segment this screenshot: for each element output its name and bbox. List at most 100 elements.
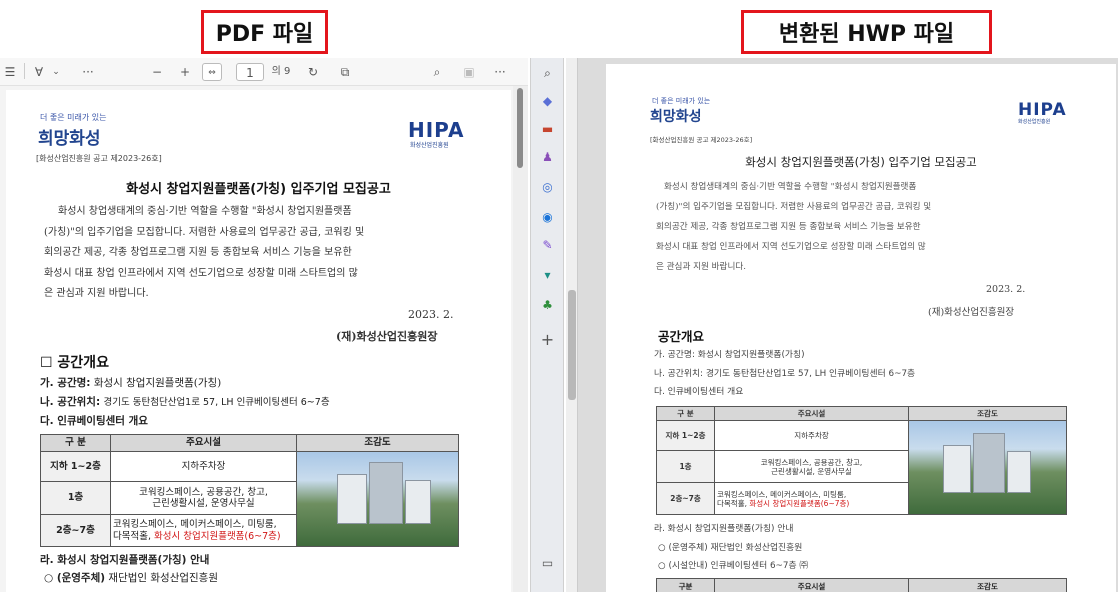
hipa-subtitle: 화성산업진흥원 [1018, 119, 1051, 125]
briefcase-icon[interactable]: ▬ [540, 122, 555, 137]
facility-text: 다목적홀, [717, 498, 750, 508]
aerial-photo [908, 420, 1067, 515]
facility-line: 코워킹스페이스, 공용공간, 창고, [760, 457, 863, 467]
item-da: 다. 인큐베이팅센터 개요 [40, 415, 148, 427]
intro-line: (가칭)"의 입주기업을 모집합니다. 저렴한 사용료의 업무공간 공급, 코워… [656, 202, 932, 212]
operator-label: ○ (운영주체) [44, 572, 106, 584]
hwp-page: 더 좋은 미래가 있는 희망화성 HIPA 화성산업진흥원 [화성산업진흥원 공… [606, 64, 1116, 592]
item-na: 나. 공간위치: 경기도 동탄첨단산업1로 57, LH 인큐베이팅센터 6~7… [654, 366, 915, 379]
table-header-cell: 주요시설 [714, 578, 909, 592]
intro-line: 화성시 창업생태계의 중심·기반 역할을 수행할 "화성시 창업지원플랫폼 [664, 182, 917, 192]
hwp-scroll-thumb[interactable] [568, 290, 576, 400]
page-number-input[interactable]: 1 [236, 63, 264, 81]
operator-value: 재단법인 화성산업진흥원 [710, 543, 803, 553]
floor-cell: 1층 [40, 481, 111, 515]
item-na-label: 나. 공간위치: [654, 369, 704, 379]
item-ra: 라. 화성시 창업지원플랫폼(가칭) 안내 [40, 554, 210, 566]
facility-cell: 지하주차장 [110, 451, 297, 482]
plus-icon[interactable]: + [540, 332, 555, 348]
floor-cell: 지하 1~2층 [40, 451, 111, 482]
zoom-out-button[interactable]: − [150, 63, 164, 81]
rotate-icon[interactable]: ↻ [306, 63, 320, 81]
intro-line: 회의공간 제공, 각종 창업프로그램 지원 등 종합보육 서비스 기능을 보유한 [44, 247, 352, 258]
operator-label: ○ (운영주체) [658, 543, 708, 553]
facility-text: 다목적홀, [113, 530, 154, 542]
item-ga: 가. 공간명: 화성시 창업지원플랫폼(가칭) [654, 347, 805, 360]
facility-line: 근린생활시설, 운영사무실 [152, 498, 255, 509]
hwp-caption: 변환된 HWP 파일 [741, 10, 992, 54]
slogan-text: 더 좋은 미래가 있는 [40, 113, 107, 122]
pdf-toolbar: ☰ ∀ ⌄ ··· − + ⇔ 1 의 9 ↻ ⧉ ⌕ ▣ ··· [0, 58, 528, 86]
table-header-row: 구분 주요시설 조감도 [656, 578, 1067, 592]
facility-cell: 코워킹스페이스, 공용공간, 창고, 근린생활시설, 운영사무실 [714, 450, 909, 483]
operator-value: 재단법인 화성산업진흥원 [108, 572, 219, 584]
bookmark-icon[interactable]: ◆ [540, 94, 555, 109]
notice-number: [화성산업진흥원 공고 제2023-26호] [36, 154, 162, 163]
shop-icon[interactable]: ▾ [540, 268, 555, 283]
slogan-text: 더 좋은 미래가 있는 [652, 97, 711, 105]
facility-line: 다목적홀, 화성시 창업지원플랫폼(6~7층) [717, 499, 906, 508]
facility-cell: 코워킹스페이스, 메이커스페이스, 미팅룸, 다목적홀, 화성시 창업지원플랫폼… [714, 482, 909, 515]
save-icon[interactable]: ▣ [462, 63, 476, 81]
people-icon[interactable]: ♟ [540, 150, 555, 165]
facility-cell: 코워킹스페이스, 메이커스페이스, 미팅룸, 다목적홀, 화성시 창업지원플랫폼… [110, 514, 297, 547]
table-header-row: 구 분 주요시설 조감도 [656, 406, 1067, 421]
item-ga: 가. 공간명: 화성시 창업지원플랫폼(가칭) [40, 375, 221, 390]
item-na-value: 경기도 동탄첨단산업1로 57, LH 인큐베이팅센터 6~7층 [103, 397, 330, 408]
table-header-row: 구 분 주요시설 조감도 [40, 434, 459, 452]
hipa-logo: HIPA [408, 118, 465, 142]
edit-icon[interactable]: ✎ [540, 238, 555, 253]
page-view-icon[interactable]: ⧉ [338, 63, 352, 81]
intro-line: 화성시 창업생태계의 중심·기반 역할을 수행할 "화성시 창업지원플랫폼 [58, 206, 352, 217]
facility-line: 코워킹스페이스, 공용공간, 창고, [139, 486, 268, 498]
floor-cell: 지하 1~2층 [656, 420, 715, 451]
search-icon[interactable]: ⌕ [430, 63, 444, 81]
hipa-logo: HIPA [1018, 100, 1067, 120]
table-header-cell: 조감도 [908, 406, 1067, 421]
item-ga-label: 가. 공간명: [40, 377, 91, 389]
location-line: ○ (시설안내) 인큐베이팅센터 6~7층 ㈜ [658, 558, 808, 571]
table-row: 지하 1~2층 지하주차장 [40, 451, 459, 547]
chevron-down-icon[interactable]: ⌄ [50, 63, 62, 81]
intro-line: 회의공간 제공, 각종 창업프로그램 지원 등 종합보육 서비스 기능을 보유한 [656, 222, 921, 232]
building-shape [405, 480, 431, 524]
pdf-scroll-thumb[interactable] [517, 88, 523, 168]
floor-cell: 2층~7층 [656, 482, 715, 515]
floor-cell: 1층 [656, 450, 715, 483]
building-shape [943, 445, 971, 493]
more-button[interactable]: ··· [78, 63, 98, 81]
table-row: 지하 1~2층 지하주차장 [656, 420, 1067, 515]
table-header-cell: 구 분 [656, 406, 715, 421]
location-value: 인큐베이팅센터 6~7층 ㈜ [710, 561, 809, 571]
intro-line: (가칭)"의 입주기업을 모집합니다. 저렴한 사용료의 업무공간 공급, 코워… [44, 226, 365, 238]
intro-line: 은 관심과 지원 바랍니다. [656, 262, 746, 272]
item-ga-value: 화성시 창업지원플랫폼(가칭) [697, 350, 805, 360]
more-icon[interactable]: ··· [490, 63, 510, 81]
org-text: (재)화성산업진흥원장 [336, 330, 438, 343]
zoom-in-button[interactable]: + [178, 63, 192, 81]
fit-page-icon[interactable]: ⇔ [202, 63, 222, 81]
item-na-label: 나. 공간위치: [40, 396, 101, 408]
item-ra: 라. 화성시 창업지원플랫폼(가칭) 안내 [654, 524, 794, 534]
toolbar-divider [24, 63, 25, 79]
section-heading: ☐ 공간개요 [40, 355, 109, 371]
facility-table: 구 분 주요시설 조감도 지하 1~2층 지하주차장 1층 코워킹스페이스, 공… [656, 406, 1067, 515]
shape-icon[interactable]: ◎ [540, 180, 555, 195]
intro-paragraph: 화성시 창업생태계의 중심·기반 역할을 수행할 "화성시 창업지원플랫폼 (가… [44, 202, 484, 305]
facility-cell: 코워킹스페이스, 공용공간, 창고, 근린생활시설, 운영사무실 [110, 481, 297, 515]
table-header-cell: 조감도 [908, 578, 1067, 592]
menu-icon[interactable]: ☰ [4, 63, 16, 81]
intro-line: 화성시 대표 창업 인프라에서 지역 선도기업으로 성장할 미래 스타트업의 많 [44, 267, 358, 279]
table-header-cell: 구 분 [40, 434, 111, 452]
operator-line: ○ (운영주체) 재단법인 화성산업진흥원 [44, 570, 218, 585]
search-icon[interactable]: ⌕ [540, 66, 555, 81]
highlight-icon[interactable]: ∀ [32, 63, 46, 81]
pdf-viewer: ☰ ∀ ⌄ ··· − + ⇔ 1 의 9 ↻ ⧉ ⌕ ▣ ··· 더 좋은 미… [0, 58, 528, 592]
facility-line: 코워킹스페이스, 메이커스페이스, 미팅룸, [113, 519, 277, 531]
intro-paragraph: 화성시 창업생태계의 중심·기반 역할을 수행할 "화성시 창업지원플랫폼 (가… [656, 177, 1076, 277]
hwp-viewer: 더 좋은 미래가 있는 희망화성 HIPA 화성산업진흥원 [화성산업진흥원 공… [566, 58, 1118, 592]
outlook-icon[interactable]: ◉ [540, 210, 555, 225]
panel-icon[interactable]: ▭ [540, 556, 555, 571]
tree-icon[interactable]: ♣ [540, 298, 555, 313]
facility-line: 코워킹스페이스, 메이커스페이스, 미팅룸, [717, 489, 847, 499]
